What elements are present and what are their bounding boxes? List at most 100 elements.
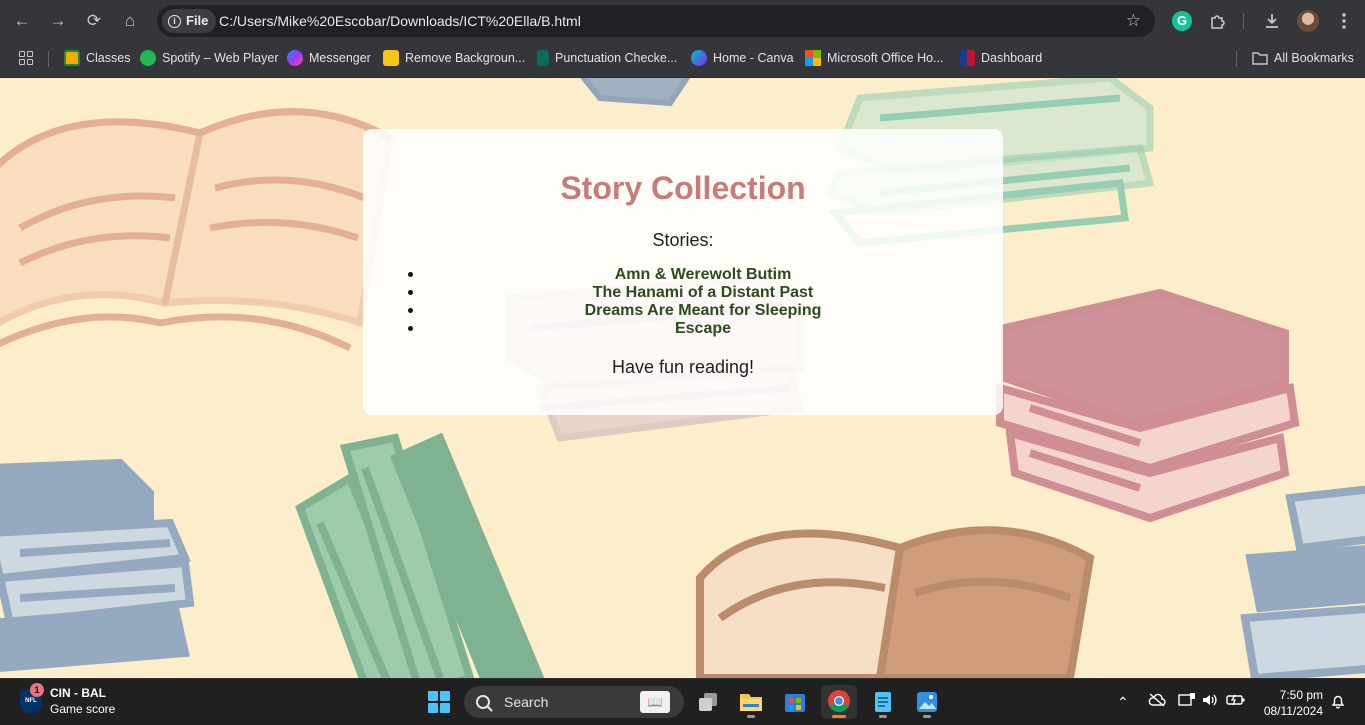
bookmark-punctuation-checker[interactable]: Punctuation Checke...	[537, 42, 677, 74]
bookmark-label: Punctuation Checke...	[555, 51, 678, 65]
running-indicator	[832, 715, 846, 718]
running-indicator	[879, 715, 887, 718]
search-highlight-icon: 📖	[640, 691, 670, 713]
nfl-logo-icon: NFL 1	[20, 683, 44, 713]
all-bookmarks-button[interactable]: All Bookmarks	[1252, 42, 1354, 74]
url-text[interactable]: C:/Users/Mike%20Escobar/Downloads/ICT%20…	[219, 5, 581, 37]
story-item[interactable]: Dreams Are Meant for Sleeping	[363, 302, 1003, 320]
bookmark-dashboard[interactable]: Dashboard	[959, 42, 1042, 74]
chrome-taskbar-button[interactable]	[821, 685, 857, 719]
volume-icon[interactable]	[1201, 693, 1219, 711]
bookmark-star-icon[interactable]: ☆	[1126, 5, 1141, 37]
folder-icon	[1252, 52, 1268, 65]
bookmark-classes[interactable]: Classes	[64, 42, 130, 74]
windows-taskbar: NFL 1 CIN - BAL Game score Search 📖 ⌃ 7:…	[0, 678, 1365, 725]
standing-books-illustration	[295, 432, 545, 678]
page-viewport: Story Collection Stories: Amn & Werewolt…	[0, 78, 1365, 678]
back-button[interactable]: ←	[9, 8, 35, 34]
book-stack-illustration	[996, 288, 1300, 523]
search-label: Search	[504, 694, 549, 710]
bookmark-label: Remove Backgroun...	[405, 51, 526, 65]
bookmark-label: Classes	[86, 51, 131, 65]
bookmark-label: Spotify – Web Player	[162, 51, 279, 65]
page-title: Story Collection	[560, 170, 806, 206]
browser-toolbar: ← → ⟳ ⌂ i File C:/Users/Mike%20Escobar/D…	[0, 0, 1365, 42]
nfl-logo-text: NFL	[25, 698, 37, 704]
widget-subtitle: Game score	[50, 702, 116, 716]
home-button[interactable]: ⌂	[117, 8, 143, 34]
running-indicator	[923, 715, 931, 718]
clock-time: 7:50 pm	[1279, 688, 1323, 702]
site-info-chip[interactable]: i File	[162, 9, 217, 33]
all-bookmarks-label: All Bookmarks	[1274, 51, 1354, 65]
bookmark-remove-background[interactable]: Remove Backgroun...	[383, 42, 525, 74]
story-item[interactable]: The Hanami of a Distant Past	[363, 284, 1003, 302]
photos-icon	[917, 692, 937, 712]
site-info-label: File	[186, 13, 209, 28]
book-illustration	[580, 78, 691, 107]
download-icon[interactable]	[1260, 9, 1284, 33]
chrome-icon	[828, 690, 850, 712]
task-view-button[interactable]	[690, 685, 726, 719]
dashboard-icon	[959, 50, 975, 66]
widget-title: CIN - BAL	[50, 686, 106, 700]
task-view-icon	[699, 693, 717, 711]
stories-heading: Stories:	[652, 230, 714, 250]
taskbar-search[interactable]: Search 📖	[464, 686, 684, 718]
bookmark-label: Dashboard	[981, 51, 1043, 65]
forward-button[interactable]: →	[45, 8, 71, 34]
book-stack-illustration	[1240, 485, 1365, 678]
messenger-icon	[287, 50, 303, 66]
search-icon	[476, 695, 490, 709]
windows-start-icon[interactable]	[428, 691, 450, 713]
photos-button[interactable]	[909, 685, 945, 719]
info-icon: i	[168, 14, 181, 28]
story-collection-card: Story Collection Stories: Amn & Werewolt…	[363, 129, 1003, 415]
battery-icon[interactable]	[1226, 693, 1246, 711]
folder-icon	[740, 694, 762, 711]
network-icon[interactable]	[1178, 693, 1196, 711]
sports-widget[interactable]: NFL 1 CIN - BAL Game score	[20, 683, 116, 717]
bookmark-canva[interactable]: Home - Canva	[691, 42, 794, 74]
spotify-icon	[140, 50, 156, 66]
toolbar-divider	[1243, 13, 1244, 29]
open-book-illustration	[0, 108, 394, 352]
canva-icon	[691, 50, 707, 66]
notepad-button[interactable]	[865, 685, 901, 719]
address-bar[interactable]: i File C:/Users/Mike%20Escobar/Downloads…	[157, 5, 1155, 37]
reload-button[interactable]: ⟳	[81, 8, 107, 34]
grammarly-icon[interactable]: G	[1172, 11, 1192, 31]
microsoft-icon	[805, 50, 821, 66]
system-clock[interactable]: 7:50 pm 08/11/2024	[1264, 687, 1323, 719]
story-list: Amn & Werewolt Butim The Hanami of a Dis…	[363, 266, 1003, 338]
microsoft-store-button[interactable]	[777, 685, 813, 719]
bookmark-label: Messenger	[309, 51, 371, 65]
bookmark-label: Microsoft Office Ho...	[827, 51, 944, 65]
bookmark-label: Home - Canva	[713, 51, 794, 65]
extensions-puzzle-icon[interactable]	[1206, 9, 1230, 33]
bookmarks-bar: Classes Spotify – Web Player Messenger R…	[0, 42, 1365, 78]
chevron-up-icon[interactable]: ⌃	[1117, 693, 1129, 711]
classroom-icon	[64, 50, 80, 66]
onedrive-offline-icon[interactable]	[1148, 693, 1166, 711]
file-explorer-button[interactable]	[733, 685, 769, 719]
closing-message: Have fun reading!	[611, 357, 755, 377]
story-item[interactable]: Escape	[363, 320, 1003, 338]
bookmark-messenger[interactable]: Messenger	[287, 42, 371, 74]
notepad-icon	[875, 692, 891, 712]
bookmarks-divider	[1236, 51, 1237, 67]
clock-date: 08/11/2024	[1263, 704, 1323, 718]
notification-badge: 1	[30, 683, 44, 697]
menu-kebab-icon[interactable]	[1332, 9, 1356, 33]
profile-avatar[interactable]	[1297, 10, 1319, 32]
remove-bg-icon	[383, 50, 399, 66]
book-stack-illustration	[0, 458, 195, 673]
bookmarks-divider	[48, 51, 49, 67]
punctuation-icon	[537, 50, 549, 66]
notification-bell-icon[interactable]	[1330, 693, 1346, 713]
bookmark-microsoft-office[interactable]: Microsoft Office Ho...	[805, 42, 943, 74]
bookmark-spotify[interactable]: Spotify – Web Player	[140, 42, 279, 74]
apps-grid-icon[interactable]	[19, 51, 33, 65]
story-item[interactable]: Amn & Werewolt Butim	[363, 266, 1003, 284]
store-icon	[785, 694, 805, 712]
